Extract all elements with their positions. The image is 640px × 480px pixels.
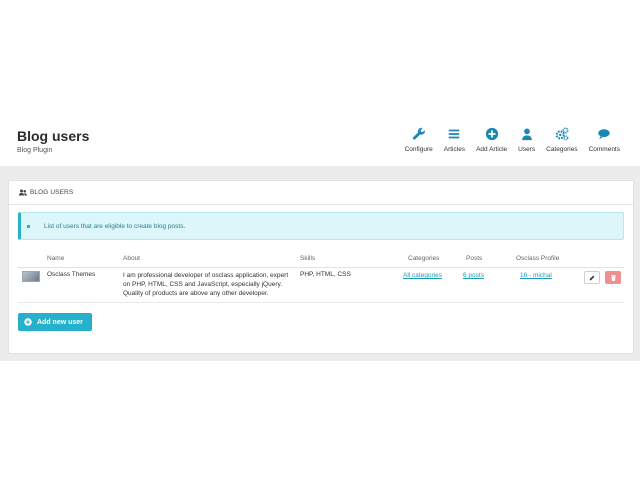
nav-articles-label: Articles bbox=[443, 146, 466, 153]
col-about: About bbox=[123, 255, 140, 262]
page-title: Blog users bbox=[17, 128, 90, 144]
avatar bbox=[22, 271, 40, 282]
col-posts: Posts bbox=[466, 255, 483, 262]
add-new-user-label: Add new user bbox=[37, 318, 83, 326]
nav-configure-label: Configure bbox=[404, 146, 433, 153]
col-name: Name bbox=[47, 255, 65, 262]
user-posts-link[interactable]: 6 posts bbox=[463, 272, 484, 279]
nav-categories[interactable]: Categories bbox=[546, 127, 578, 153]
plus-circle-icon bbox=[24, 318, 32, 326]
page-subtitle: Blog Plugin bbox=[17, 147, 53, 154]
col-skills: Skills bbox=[300, 255, 316, 262]
nav-categories-label: Categories bbox=[546, 146, 578, 153]
nav-configure[interactable]: Configure bbox=[405, 127, 433, 153]
col-categories: Categories bbox=[408, 255, 440, 262]
info-alert-text: List of users that are eligible to creat… bbox=[44, 222, 186, 230]
delete-button[interactable] bbox=[605, 271, 621, 284]
trash-icon bbox=[610, 274, 616, 281]
wrench-icon bbox=[412, 127, 425, 140]
info-alert: List of users that are eligible to creat… bbox=[18, 212, 624, 240]
user-about: I am professional developer of osclass a… bbox=[123, 272, 289, 297]
user-skills: PHP, HTML, CSS bbox=[300, 271, 351, 278]
nav-articles[interactable]: Articles bbox=[444, 127, 465, 153]
nav-comments[interactable]: Comments bbox=[589, 127, 620, 153]
nav-users[interactable]: Users bbox=[518, 127, 535, 153]
col-profile: Osclass Profile bbox=[516, 255, 560, 262]
user-profile-link[interactable]: 16 - michal bbox=[520, 272, 552, 279]
users-icon bbox=[19, 189, 27, 196]
nav-add-article[interactable]: Add Article bbox=[476, 127, 507, 153]
blog-users-panel: BLOG USERS List of users that are eligib… bbox=[8, 180, 634, 354]
page: Blog users Blog Plugin Configure Article… bbox=[0, 0, 640, 480]
table-row-divider bbox=[18, 302, 624, 303]
gears-icon bbox=[555, 127, 569, 141]
add-new-user-button[interactable]: Add new user bbox=[18, 313, 92, 331]
panel-heading-text: BLOG USERS bbox=[30, 189, 74, 196]
panel-heading: BLOG USERS bbox=[9, 181, 633, 205]
nav-users-label: Users bbox=[518, 146, 536, 153]
user-categories-link[interactable]: All categories bbox=[403, 272, 442, 279]
nav-comments-label: Comments bbox=[588, 146, 620, 153]
comments-icon bbox=[598, 129, 610, 140]
table-header: Name About Skills Categories Posts Oscla… bbox=[18, 253, 624, 267]
plus-circle-icon bbox=[485, 127, 498, 141]
list-icon bbox=[449, 129, 460, 139]
page-header: Blog users Blog Plugin Configure Article… bbox=[0, 118, 640, 166]
nav-add-article-label: Add Article bbox=[476, 146, 508, 153]
user-name: Osclass Themes bbox=[47, 271, 96, 278]
edit-button[interactable] bbox=[584, 271, 600, 284]
table-row: Osclass Themes I am professional develop… bbox=[18, 268, 624, 302]
toolbar-nav: Configure Articles Add Article Users Cat… bbox=[394, 127, 620, 153]
pencil-icon bbox=[589, 275, 595, 280]
info-icon bbox=[27, 225, 30, 228]
user-icon bbox=[521, 128, 532, 141]
